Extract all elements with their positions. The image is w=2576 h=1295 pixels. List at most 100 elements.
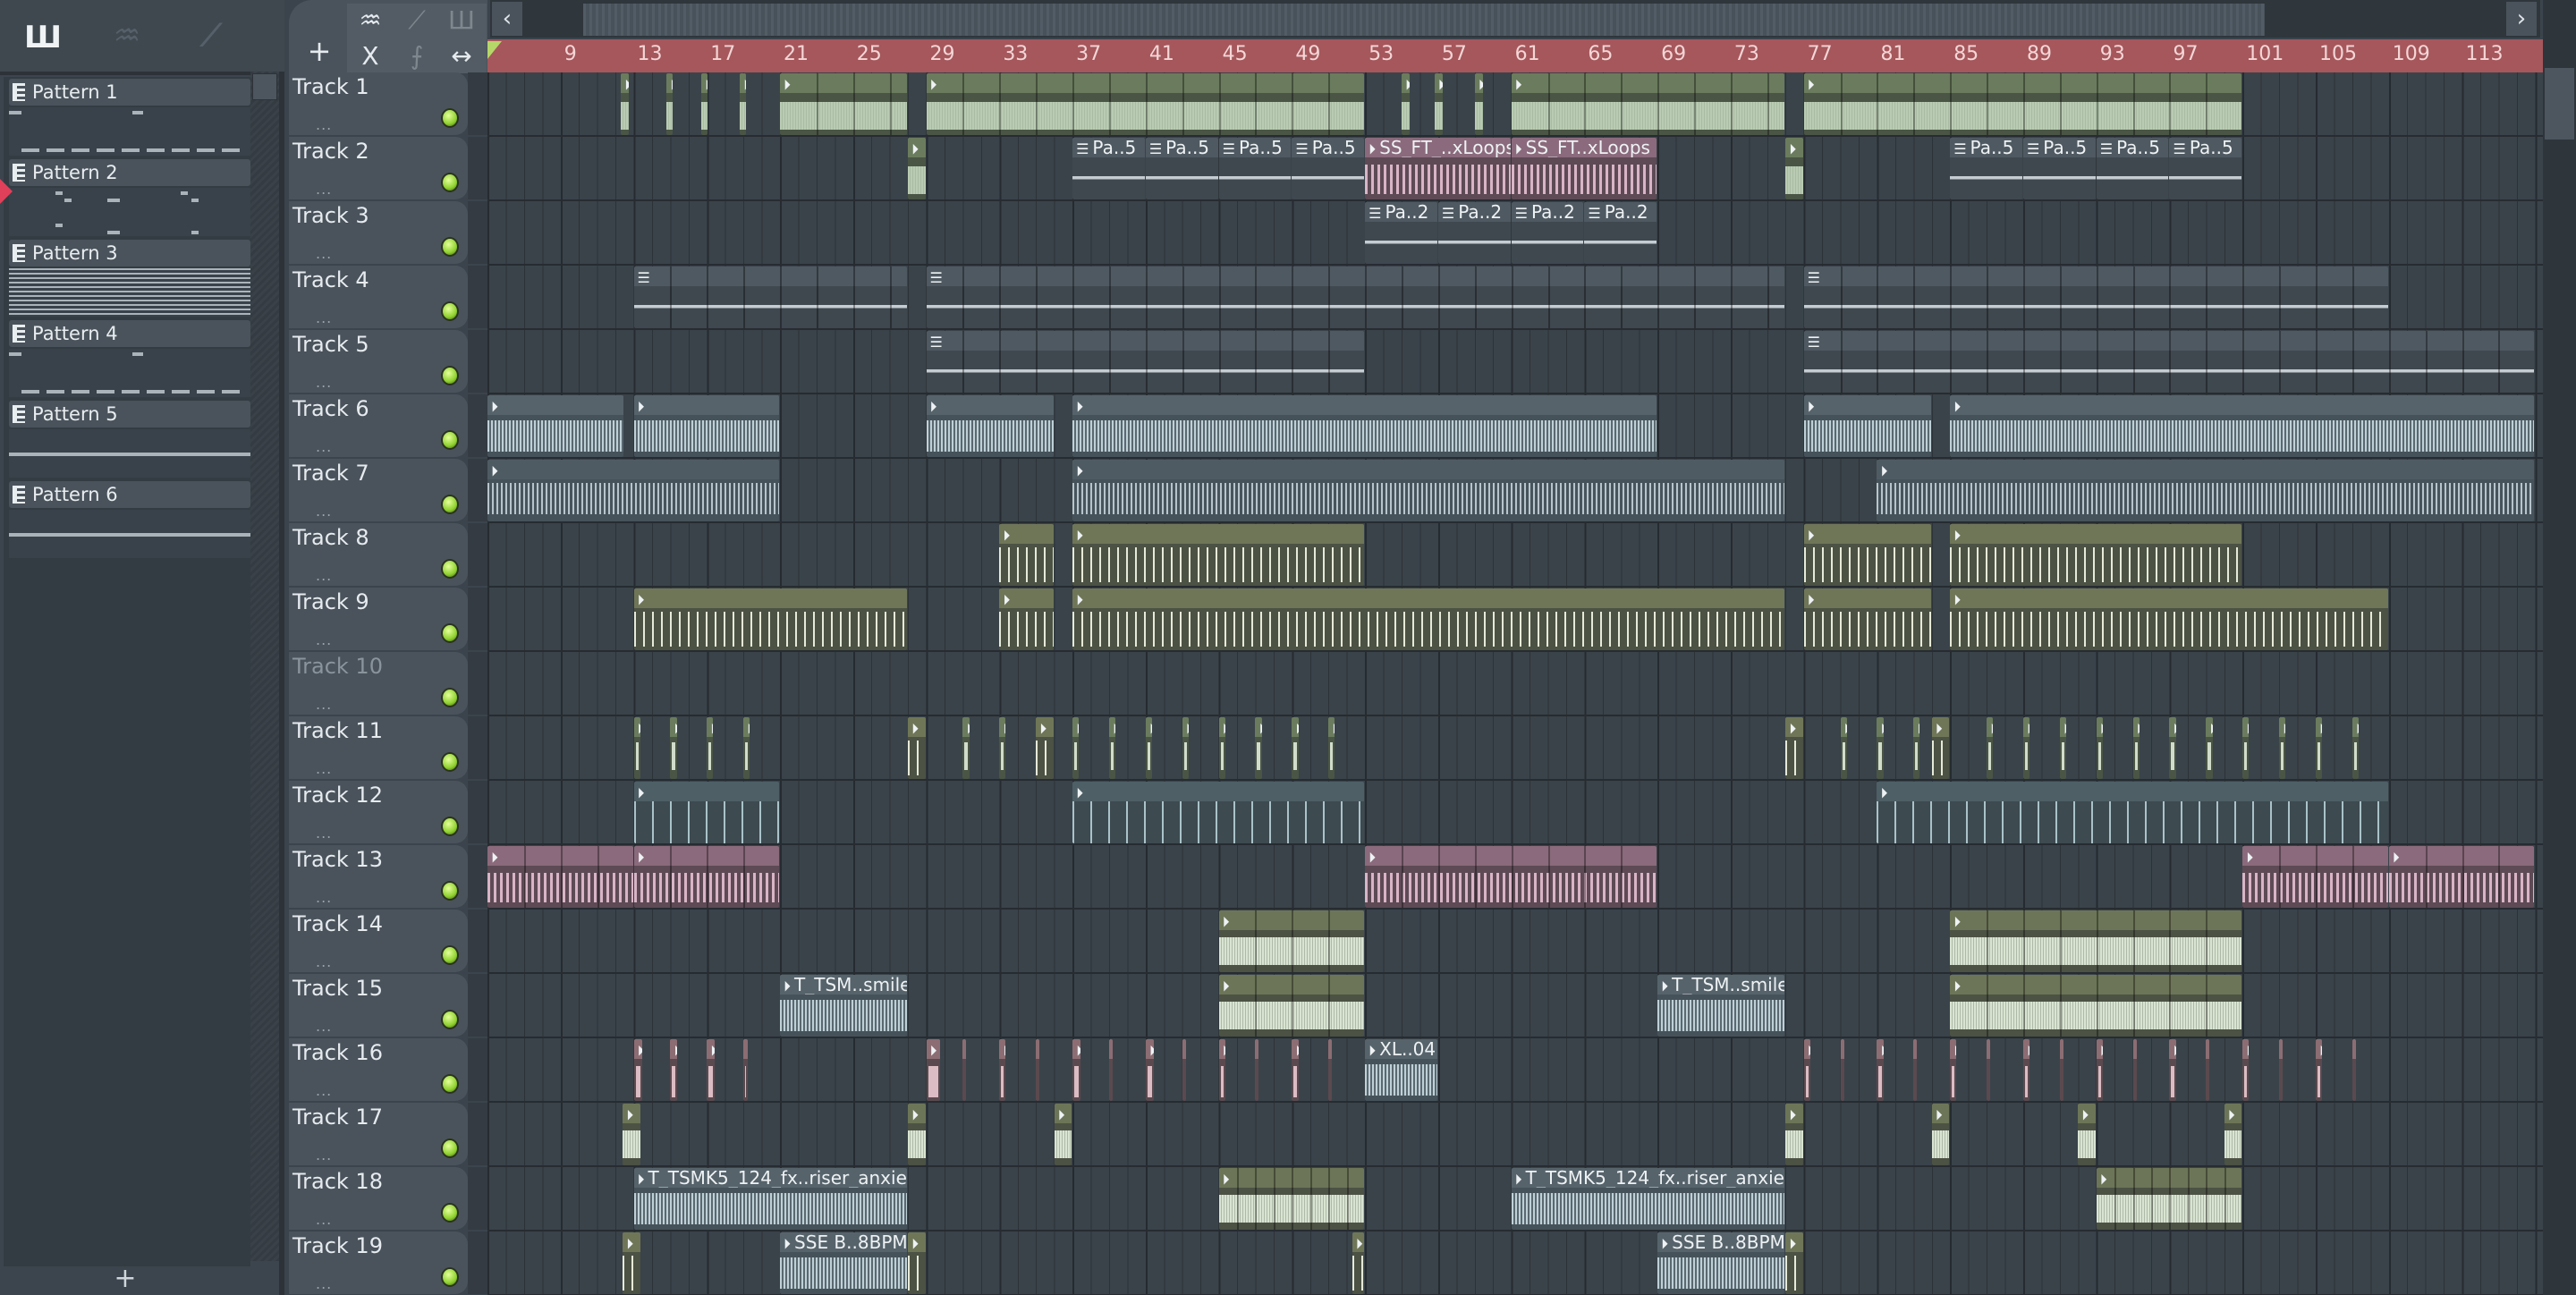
vertical-scrollbar[interactable]	[2543, 0, 2576, 1295]
playlist-clip[interactable]: ⏵	[1255, 1039, 1259, 1101]
playlist-clip[interactable]: ⏵ T_TSMK5_124_fx..riser_anxiety	[633, 1168, 908, 1230]
automation-icon[interactable]: ⟋	[184, 18, 238, 54]
playlist-clip[interactable]: ⏵	[1987, 1039, 1991, 1101]
track-grip[interactable]	[468, 394, 487, 457]
track-lane[interactable]: ⏵⏵⏵⏵⏵⏵⏵⏵⏵⏵⏵⏵⏵⏵⏵⏵⏵XL..04⏵⏵⏵⏵⏵⏵⏵⏵⏵⏵⏵⏵⏵⏵⏵⏵	[487, 1038, 2543, 1103]
playlist-clip[interactable]: ☰ Pa..5	[1218, 138, 1292, 199]
track-header[interactable]: Track 17...	[289, 1103, 468, 1165]
track-header[interactable]: Track 18...	[289, 1167, 468, 1230]
automation-filter-icon[interactable]: ⟋	[397, 5, 436, 36]
track-grip[interactable]	[468, 910, 487, 972]
track-mute-toggle[interactable]	[441, 559, 459, 579]
playlist-clip[interactable]: ⏵	[1218, 717, 1225, 779]
track-options[interactable]: ...	[316, 1018, 332, 1035]
playlist-clip[interactable]: ⏵	[487, 460, 780, 521]
playlist-clip[interactable]: ⏵	[701, 73, 708, 135]
playlist-clip[interactable]: ⏵	[1950, 524, 2242, 586]
track-options[interactable]: ...	[316, 374, 332, 391]
playlist-clip[interactable]: ⏵	[1182, 1039, 1186, 1101]
playlist-clip[interactable]: ⏵	[2059, 1039, 2063, 1101]
track-lane[interactable]: ⏵ T_TSM..smile ⏵ ⏵ T_TSM..smile ⏵	[487, 974, 2543, 1038]
playlist-clip[interactable]: ⏵	[633, 395, 780, 457]
track-mute-toggle[interactable]	[441, 752, 459, 772]
playlist-clip[interactable]: ⏵	[908, 1232, 926, 1294]
playlist-clip[interactable]: ⏵	[2206, 717, 2213, 779]
playlist-clip[interactable]: ⏵	[1877, 717, 1884, 779]
track-mute-toggle[interactable]	[441, 1074, 459, 1094]
playlist-clip[interactable]: ⏵	[1950, 975, 2242, 1037]
track-header[interactable]: Track 16...	[289, 1038, 468, 1101]
playlist-clip[interactable]: ⏵	[908, 717, 926, 779]
cut-icon[interactable]: X	[351, 41, 390, 71]
playlist-clip[interactable]: ⏵	[2316, 1039, 2323, 1101]
timeline-ruler[interactable]: 9 13 17 21 25 29 33 37 41 45 49 53 57 61 65 69 73 77 81 85 8…	[487, 39, 2543, 72]
playlist-clip[interactable]: ⏵	[1145, 1039, 1155, 1101]
playlist-clip[interactable]: ⏵	[926, 395, 1054, 457]
playlist-clip[interactable]: ☰ Pa..5	[1292, 138, 1365, 199]
playlist-clip[interactable]: ⏵	[707, 1039, 716, 1101]
playlist-clip[interactable]: ⏵	[2242, 1039, 2250, 1101]
track-header[interactable]: Track 6...	[289, 394, 468, 457]
playlist-clip[interactable]: ⏵	[1352, 1232, 1365, 1294]
playlist-clip[interactable]: ⏵	[633, 717, 640, 779]
track-options[interactable]: ...	[316, 503, 332, 520]
track-mute-toggle[interactable]	[441, 1138, 459, 1158]
track-options[interactable]: ...	[316, 245, 332, 262]
playlist-clip[interactable]: ☰ Pa..5	[1145, 138, 1218, 199]
playlist-clip[interactable]: ☰ Pa..2	[1365, 202, 1437, 264]
playlist-clip[interactable]: ⏵	[999, 1039, 1006, 1101]
playlist-clip[interactable]: ⏵	[1803, 1039, 1810, 1101]
track-lane[interactable]: ⏵ ⏵ ⏵ ⏵	[487, 523, 2543, 588]
playlist-clip[interactable]: ⏵	[1803, 73, 2242, 135]
playlist-clip[interactable]: ⏵	[1950, 395, 2535, 457]
track-lane[interactable]: ⏵ ☰ Pa..5 ☰ Pa..5 ☰ Pa..5 ☰ Pa..5 ⏵ SS_FT_..xLoops…	[487, 137, 2543, 201]
track-lane[interactable]: ☰ ☰ ☰	[487, 266, 2543, 330]
add-track-button[interactable]: +	[300, 34, 339, 68]
playlist-clip[interactable]: ⏵ SSE B..8BPM	[1657, 1232, 1785, 1294]
pattern-item[interactable]: Pattern 5	[9, 401, 250, 478]
track-grip[interactable]	[468, 845, 487, 908]
track-lane[interactable]: ⏵ ⏵ SSE B..8BPM ⏵ ⏵ ⏵ SSE B..8BPM ⏵	[487, 1232, 2543, 1295]
pattern-item[interactable]: Pattern 4	[9, 320, 250, 397]
playlist-clip[interactable]: ⏵	[2242, 717, 2250, 779]
playlist-clip[interactable]: ⏵	[908, 138, 926, 199]
track-mute-toggle[interactable]	[441, 237, 459, 257]
add-pattern-button[interactable]: +	[0, 1263, 250, 1295]
playlist-clip[interactable]: ⏵	[780, 73, 908, 135]
track-lane[interactable]: ☰ Pa..2 ☰ Pa..2 ☰ Pa..2 ☰ Pa..2	[487, 201, 2543, 266]
playlist-clip[interactable]: ☰	[1803, 331, 2535, 393]
track-lane[interactable]: ⏵ ⏵ ⏵ ⏵ ⏵ ⏵	[487, 394, 2543, 459]
playlist-clip[interactable]: ⏵	[2022, 1039, 2030, 1101]
playlist-clip[interactable]: ⏵	[1072, 524, 1365, 586]
playlist-clip[interactable]: ⏵	[670, 1039, 677, 1101]
track-options[interactable]: ...	[316, 309, 332, 326]
playlist-clip[interactable]: ⏵	[1877, 782, 2388, 843]
track-mute-toggle[interactable]	[441, 623, 459, 643]
track-options[interactable]: ...	[316, 438, 332, 455]
playlist-clip[interactable]: ⏵	[1803, 395, 1931, 457]
playlist-clip[interactable]: ⏵	[2022, 717, 2030, 779]
playlist-clip[interactable]: ⏵	[1511, 73, 1785, 135]
playlist-clip[interactable]: ⏵	[1072, 588, 1785, 650]
playlist-clip[interactable]: ⏵	[2316, 717, 2323, 779]
playlist-clip[interactable]: ⏵	[1877, 460, 2535, 521]
playlist-clip[interactable]: ⏵	[1474, 73, 1483, 135]
playlist-clip[interactable]: ⏵	[1108, 717, 1116, 779]
playlist-clip[interactable]: ⏵	[1255, 717, 1262, 779]
track-grip[interactable]	[468, 1232, 487, 1294]
playlist-clip[interactable]: ⏵	[1785, 1232, 1803, 1294]
playlist-clip[interactable]: ⏵	[1785, 717, 1803, 779]
playlist-clip[interactable]: ⏵	[743, 717, 750, 779]
track-grip[interactable]	[468, 652, 487, 715]
track-options[interactable]: ...	[316, 116, 332, 133]
track-options[interactable]: ...	[316, 760, 332, 777]
playlist-clip[interactable]: ⏵ T_TSM..smile	[1657, 975, 1785, 1037]
track-mute-toggle[interactable]	[441, 945, 459, 965]
playlist-clip[interactable]: ⏵	[487, 846, 633, 908]
track-mute-toggle[interactable]	[441, 108, 459, 128]
track-mute-toggle[interactable]	[441, 173, 459, 192]
playlist-clip[interactable]: ⏵	[2351, 1039, 2356, 1101]
playlist-clip[interactable]: ⏵	[1292, 1039, 1299, 1101]
track-options[interactable]: ...	[316, 1082, 332, 1099]
track-header[interactable]: Track 5...	[289, 330, 468, 393]
